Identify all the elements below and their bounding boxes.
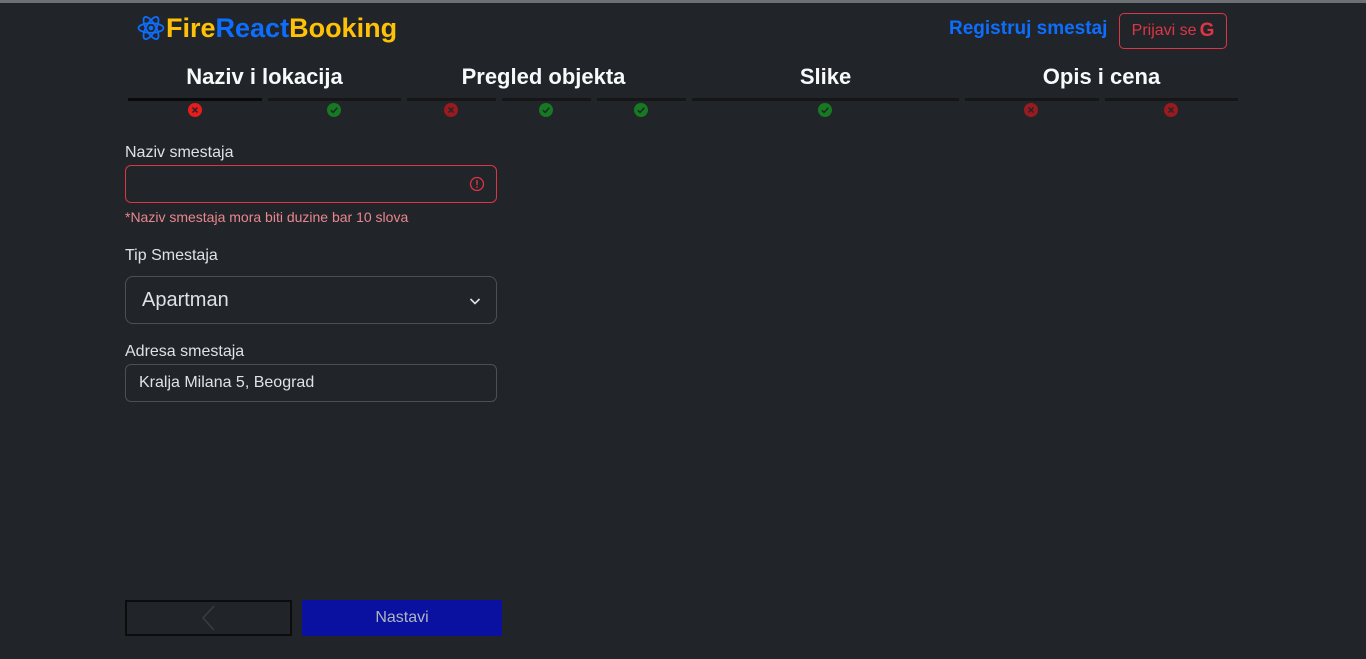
- name-label: Naziv smestaja: [125, 144, 234, 161]
- login-google-button[interactable]: Prijavi se G: [1119, 13, 1227, 49]
- type-label: Tip Smestaja: [125, 247, 218, 264]
- check-status-icon: [327, 103, 341, 117]
- substep-bar: [128, 98, 262, 101]
- continue-button[interactable]: Nastavi: [302, 600, 502, 636]
- step-title-description[interactable]: Opis i cena: [965, 64, 1238, 90]
- substep-bar: [1105, 98, 1238, 101]
- back-button[interactable]: [125, 600, 292, 636]
- substep-bar: [965, 98, 1099, 101]
- property-type-select[interactable]: Apartman: [125, 276, 497, 324]
- address-label: Adresa smestaja: [125, 343, 245, 360]
- substep-bar: [268, 98, 401, 101]
- error-status-icon: [444, 103, 458, 117]
- step-title-location[interactable]: Naziv i lokacija: [128, 64, 401, 90]
- brand-fire: Fire: [166, 13, 216, 43]
- exclamation-circle-icon: [469, 176, 485, 192]
- error-status-icon: [1024, 103, 1038, 117]
- substep-bar: [692, 98, 959, 101]
- error-status-icon: [1164, 103, 1178, 117]
- address-value: Kralja Milana 5, Beograd: [139, 374, 315, 391]
- register-property-link[interactable]: Registruj smestaj: [949, 17, 1107, 41]
- google-icon: G: [1199, 20, 1215, 41]
- react-atom-icon: [137, 16, 165, 40]
- substep-bar: [597, 98, 686, 101]
- error-status-icon: [188, 103, 202, 117]
- substep-bar: [502, 98, 591, 101]
- brand-logo[interactable]: Fire React Booking: [137, 12, 397, 44]
- brand-booking: Booking: [289, 13, 398, 43]
- check-status-icon: [634, 103, 648, 117]
- check-status-icon: [539, 103, 553, 117]
- step-title-images[interactable]: Slike: [692, 64, 959, 90]
- brand-react: React: [215, 13, 290, 43]
- substep-bar: [407, 98, 496, 101]
- check-status-icon: [818, 103, 832, 117]
- chevron-down-icon: [469, 298, 481, 305]
- name-error-message: *Naziv smestaja mora biti duzine bar 10 …: [125, 209, 409, 225]
- window-top-border: [0, 0, 1366, 3]
- address-input[interactable]: Kralja Milana 5, Beograd: [125, 364, 497, 402]
- property-type-value: Apartman: [142, 289, 229, 311]
- property-name-input[interactable]: [125, 165, 497, 203]
- step-title-overview[interactable]: Pregled objekta: [407, 64, 680, 90]
- chevron-left-icon: [201, 605, 215, 631]
- login-label: Prijavi se: [1131, 22, 1197, 39]
